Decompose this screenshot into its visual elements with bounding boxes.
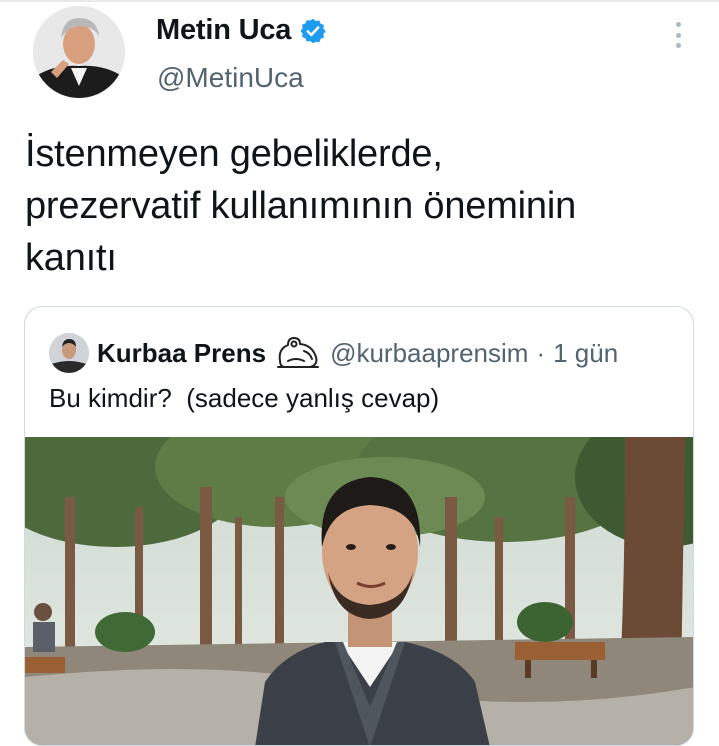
quoted-author-name[interactable]: Kurbaa Prens [97, 338, 266, 369]
author-name-row: Metin Uca [156, 14, 327, 47]
tweet-text: İstenmeyen gebeliklerde, prezervatif kul… [25, 133, 577, 279]
meta-separator: · [536, 337, 546, 368]
top-divider [0, 0, 719, 2]
more-dot [675, 43, 681, 48]
author-display-name[interactable]: Metin Uca [156, 14, 291, 47]
more-dot [675, 32, 681, 38]
quoted-tweet-time[interactable]: 1 gün [553, 338, 618, 369]
quoted-author-avatar[interactable] [49, 333, 89, 373]
quoted-tweet-photo[interactable] [25, 437, 693, 745]
quoted-tweet-header: Kurbaa Prens @kurbaaprensim · 1 gün [49, 333, 618, 373]
quoted-author-handle[interactable]: @kurbaaprensim [330, 338, 528, 369]
more-dot [675, 22, 681, 27]
author-handle[interactable]: @MetinUca [157, 62, 304, 94]
verified-badge-icon [299, 17, 327, 45]
frog-icon [274, 333, 322, 373]
more-vertical-icon[interactable] [664, 18, 692, 52]
author-avatar[interactable] [33, 6, 125, 98]
quoted-tweet-text: Bu kimdir? (sadece yanlış cevap) [49, 383, 440, 413]
quoted-tweet-card[interactable]: Kurbaa Prens @kurbaaprensim · 1 gün Bu k… [24, 306, 694, 746]
